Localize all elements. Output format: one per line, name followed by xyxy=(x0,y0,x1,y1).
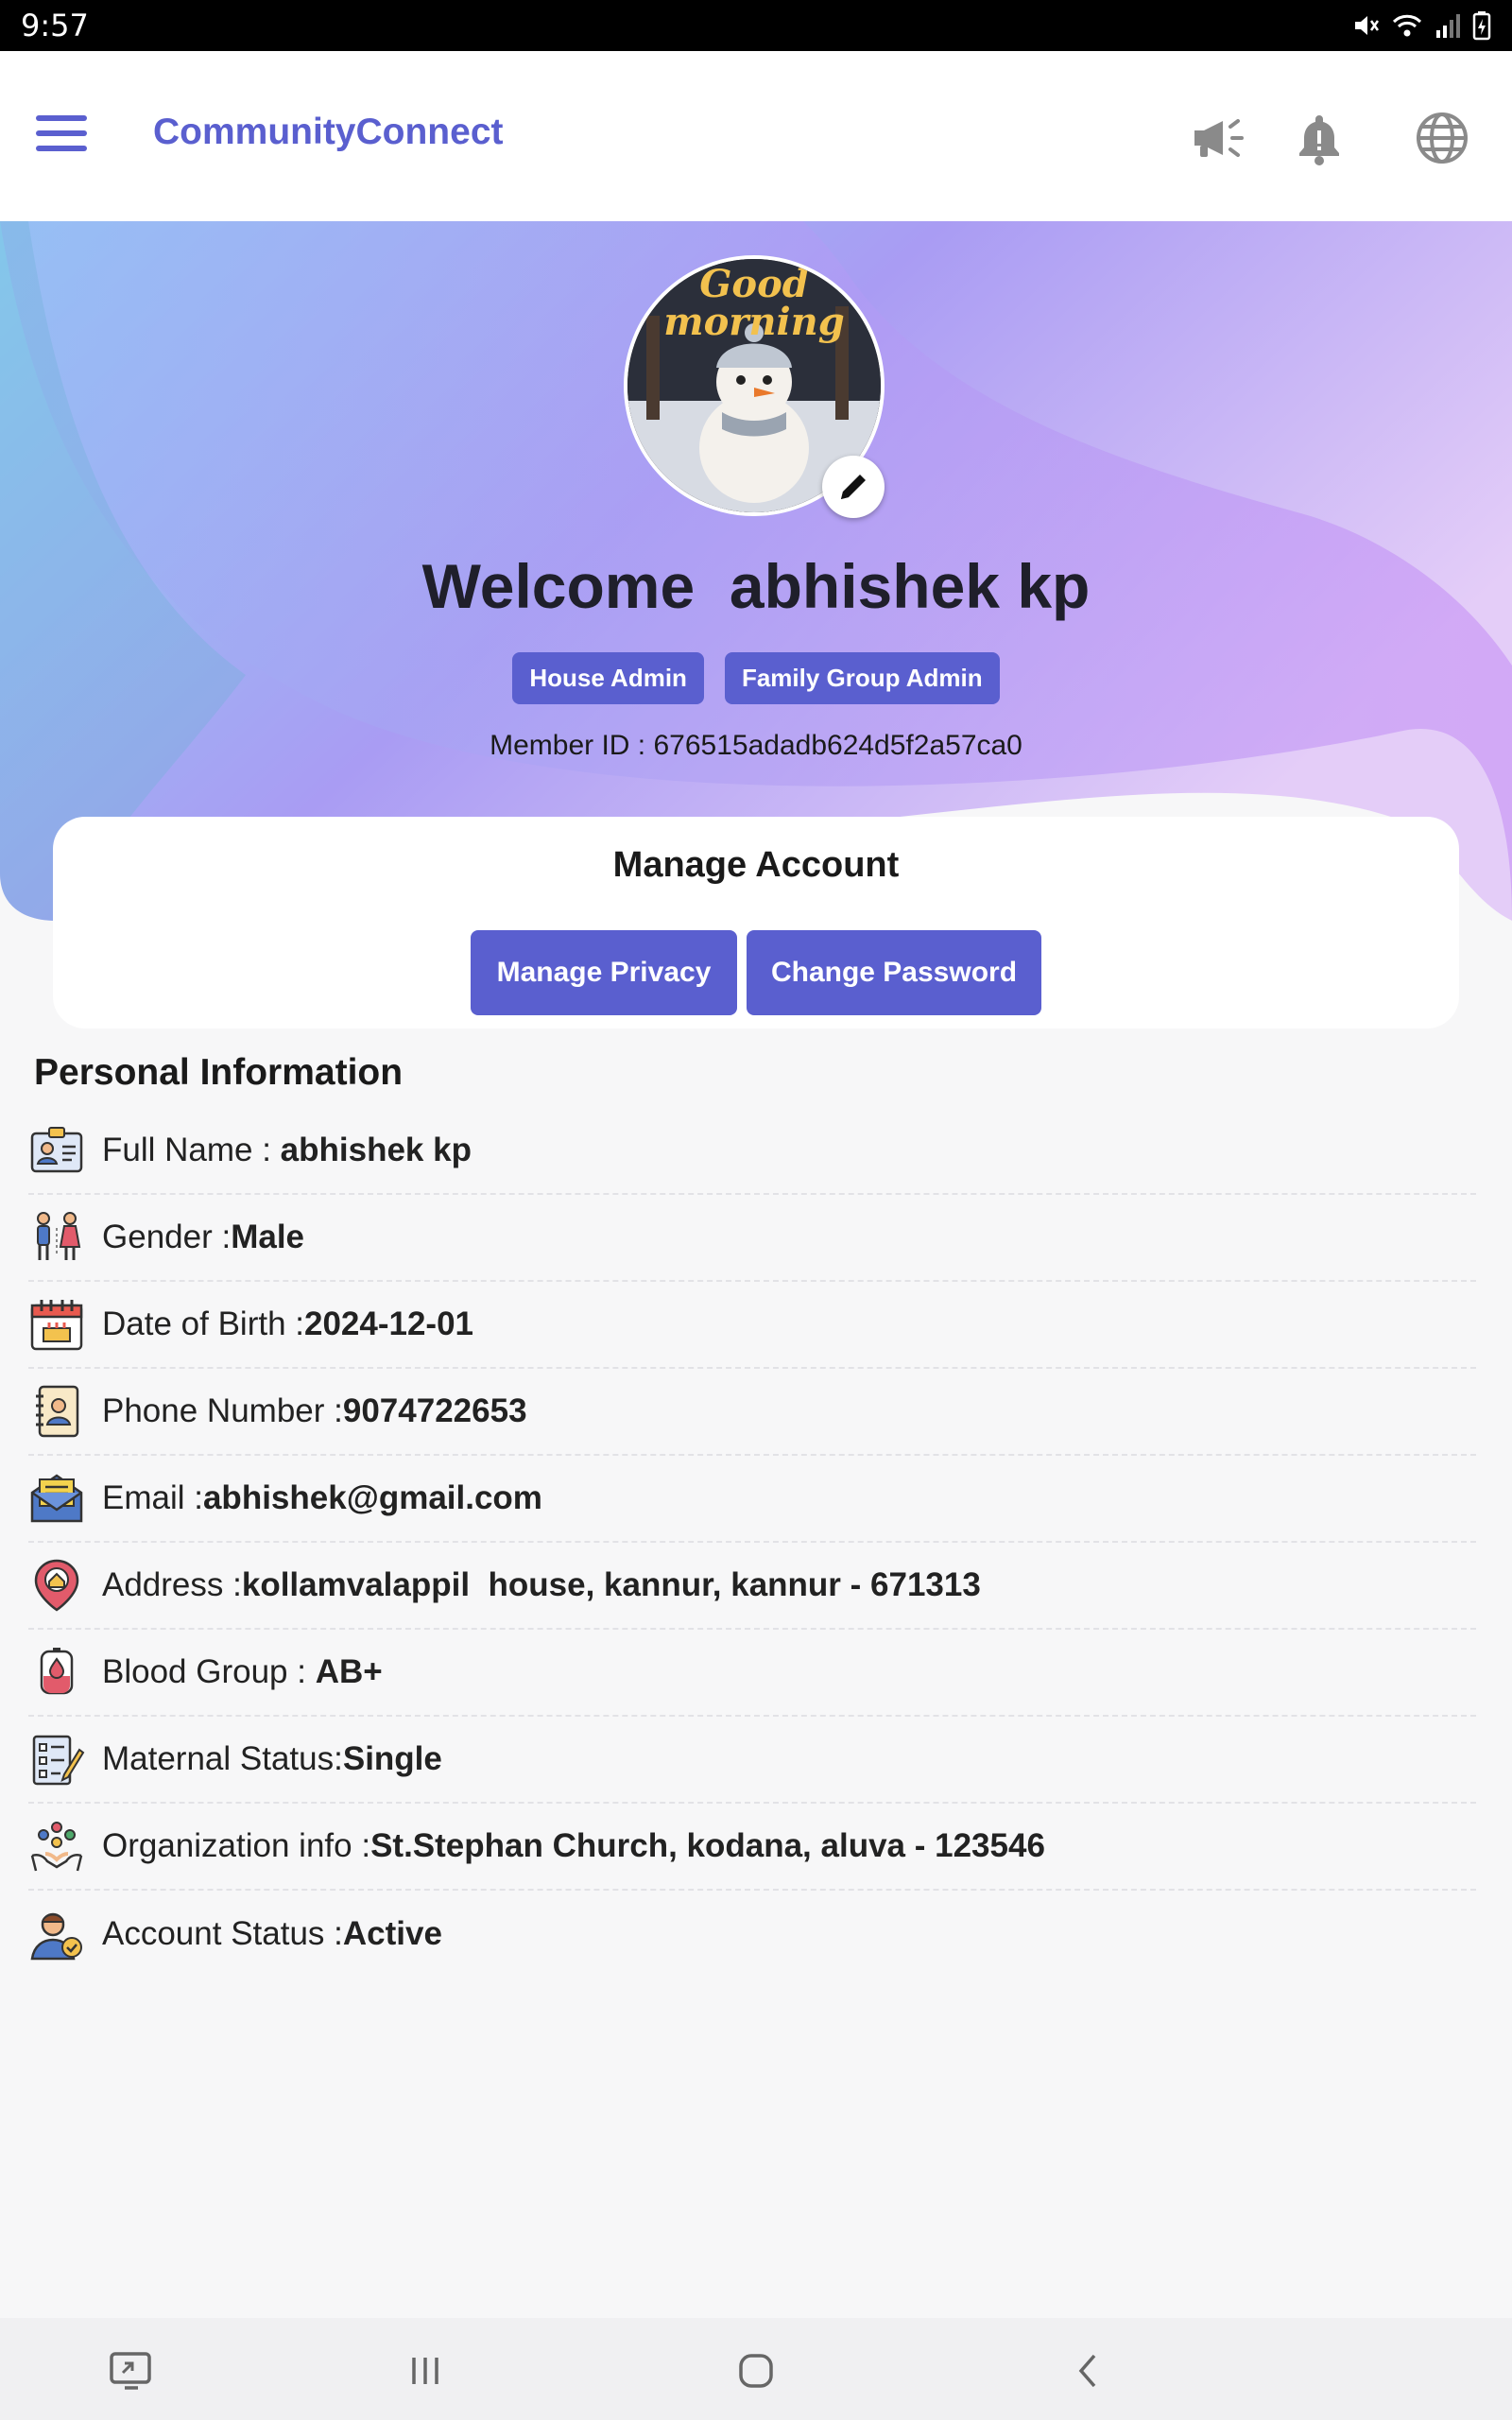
pencil-icon xyxy=(841,475,866,499)
megaphone-icon[interactable] xyxy=(1187,108,1247,168)
date-of-birth-value: 2024-12-01 xyxy=(303,1305,474,1342)
house-admin-badge: House Admin xyxy=(512,652,704,704)
blood-group-label: Blood Group : xyxy=(102,1653,316,1690)
mute-icon xyxy=(1355,16,1380,35)
full-name-value: abhishek kp xyxy=(280,1132,472,1168)
address-label: Address : xyxy=(102,1566,242,1603)
status-bar: 9:57 xyxy=(0,0,1512,51)
address-value: kollamvalappil house, kannur, kannur - 6… xyxy=(241,1566,981,1603)
bell-icon[interactable] xyxy=(1289,108,1349,168)
avatar-text-morning: morning xyxy=(663,300,844,344)
phone-number-label: Phone Number : xyxy=(102,1392,343,1429)
organization-label: Organization info : xyxy=(102,1827,371,1864)
globe-icon[interactable] xyxy=(1412,108,1472,168)
back-icon[interactable] xyxy=(1062,2344,1115,2397)
email-value: abhishek@gmail.com xyxy=(202,1479,542,1516)
info-row-organization: Organization info :St.Stephan Church, ko… xyxy=(28,1804,1476,1891)
gender-value: Male xyxy=(231,1219,305,1255)
app-title: CommunityConnect xyxy=(153,112,504,152)
account-status-icon xyxy=(30,1912,82,1961)
info-row-address: Address :kollamvalappil house, kannur, k… xyxy=(28,1543,1476,1630)
app-bar: CommunityConnect xyxy=(0,51,1512,221)
profile-header: Good morning Welcome abhishek kp House A… xyxy=(0,221,1512,921)
blood-group-value: AB+ xyxy=(315,1653,383,1690)
change-password-button[interactable]: Change Password xyxy=(747,930,1041,1015)
info-row-gender: Gender :Male xyxy=(28,1195,1476,1282)
home-icon[interactable] xyxy=(730,2344,782,2397)
info-row-email: Email :abhishek@gmail.com xyxy=(28,1456,1476,1543)
location-pin-icon xyxy=(34,1559,79,1612)
screen-share-icon[interactable] xyxy=(106,2344,159,2397)
wifi-icon xyxy=(1392,14,1422,37)
status-time: 9:57 xyxy=(21,8,89,43)
recent-apps-icon[interactable] xyxy=(399,2344,452,2397)
manage-account-card: Manage Account Manage Privacy Change Pas… xyxy=(53,817,1459,1028)
info-row-phone-number: Phone Number :9074722653 xyxy=(28,1369,1476,1456)
gender-label: Gender : xyxy=(102,1219,232,1255)
gender-icon xyxy=(37,1212,81,1260)
role-badges: House Admin Family Group Admin xyxy=(0,652,1512,704)
family-group-admin-badge: Family Group Admin xyxy=(724,652,1000,704)
info-row-full-name: Full Name : abhishek kp xyxy=(28,1108,1476,1195)
system-nav-bar xyxy=(0,2318,1512,2420)
info-row-date-of-birth: Date of Birth :2024-12-01 xyxy=(28,1282,1476,1369)
info-row-blood-group: Blood Group : AB+ xyxy=(28,1630,1476,1717)
full-name-label: Full Name : xyxy=(102,1132,281,1168)
status-icons xyxy=(1351,10,1491,41)
info-row-account-status: Account Status :Active xyxy=(28,1891,1476,1978)
manage-account-title: Manage Account xyxy=(612,845,900,885)
calendar-icon xyxy=(30,1300,83,1351)
checklist-icon xyxy=(32,1735,85,1786)
battery-icon xyxy=(1472,11,1491,41)
edit-avatar-button[interactable] xyxy=(822,456,885,518)
manage-privacy-button[interactable]: Manage Privacy xyxy=(471,930,737,1015)
phone-book-icon xyxy=(36,1385,79,1438)
phone-number-value: 9074722653 xyxy=(342,1392,527,1429)
account-status-value: Active xyxy=(342,1915,442,1952)
account-status-label: Account Status : xyxy=(102,1915,343,1952)
maternal-status-value: Single xyxy=(342,1740,442,1777)
email-label: Email : xyxy=(102,1479,203,1516)
welcome-heading: Welcome abhishek kp xyxy=(421,551,1091,621)
member-id: Member ID : 676515adadb624d5f2a57ca0 xyxy=(490,730,1022,761)
personal-information-title: Personal Information xyxy=(34,1052,404,1093)
email-icon xyxy=(30,1474,83,1523)
signal-icon xyxy=(1436,14,1460,38)
date-of-birth-label: Date of Birth : xyxy=(102,1305,304,1342)
id-card-icon xyxy=(30,1127,83,1173)
maternal-status-label: Maternal Status: xyxy=(102,1740,343,1777)
blood-bag-icon xyxy=(40,1648,74,1695)
info-row-maternal-status: Maternal Status:Single xyxy=(28,1717,1476,1804)
menu-icon[interactable] xyxy=(36,115,87,153)
organization-icon xyxy=(30,1822,83,1872)
organization-value: St.Stephan Church, kodana, aluva - 12354… xyxy=(370,1827,1045,1864)
